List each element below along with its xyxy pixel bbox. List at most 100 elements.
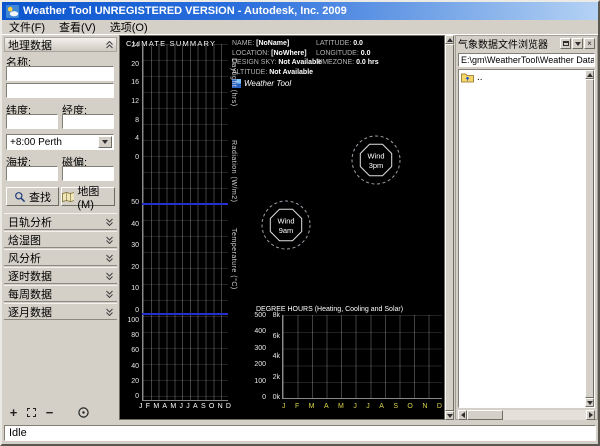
sidebar-section[interactable]: 每周数据 [4, 285, 117, 302]
longitude-input[interactable] [62, 114, 114, 129]
file-list-item[interactable]: .. [459, 70, 594, 84]
title-bar[interactable]: Weather Tool UNREGISTERED VERSION - Auto… [2, 2, 598, 20]
scroll-up-button[interactable] [445, 35, 454, 44]
month-label: J [353, 403, 357, 410]
close-icon[interactable]: × [584, 38, 595, 49]
tick-label: 10 [131, 285, 139, 292]
wind-rose-9am[interactable]: Wind 9am [258, 197, 314, 253]
timezone-value: +8:00 Perth [10, 137, 62, 148]
weather-tool-logo: Weather Tool [232, 79, 291, 88]
marquee-icon [27, 408, 36, 417]
month-label: M [309, 403, 315, 410]
file-name: .. [477, 72, 483, 83]
month-label: M [338, 403, 344, 410]
tick-label: 300 [254, 345, 266, 352]
main-vertical-scrollbar[interactable] [445, 35, 454, 420]
scrollbar-thumb[interactable] [467, 410, 503, 420]
tick-label: 8k [273, 312, 280, 319]
month-label: F [146, 403, 150, 410]
months-axis-degree: JFMAMJJASOND [282, 403, 442, 410]
tick-label: 24 [131, 42, 139, 49]
tick-label: 0 [135, 154, 139, 161]
dock-icon[interactable] [560, 38, 571, 49]
month-label: J [282, 403, 286, 410]
scroll-down-button[interactable] [585, 398, 594, 407]
declination-input[interactable] [62, 166, 114, 181]
sidebar-section-label: 逐时数据 [8, 268, 52, 284]
browser-path-field[interactable]: E:\gm\WeatherTool\Weather Data [458, 53, 595, 67]
menu-item[interactable]: 查看(V) [59, 19, 96, 35]
tick-label: 30 [131, 242, 139, 249]
coordinates-info-block: LATITUDE: 0.0 LONGITUDE: 0.0 TIMEZONE: 0… [316, 39, 379, 68]
chevron-down-icon[interactable] [98, 136, 112, 148]
sidebar-section[interactable]: 风分析 [4, 249, 117, 266]
tick-label: 50 [131, 199, 139, 206]
month-label: A [162, 403, 167, 410]
file-list: .. [458, 69, 595, 408]
name-input[interactable] [6, 66, 114, 81]
location-input[interactable] [6, 83, 114, 98]
climate-summary-canvas[interactable]: CLIMATE SUMMARY NAME: [NoName] LOCATION:… [119, 35, 445, 420]
tick-label: 4 [135, 135, 139, 142]
radiation-zero-line [142, 203, 228, 205]
tick-label: 6k [273, 333, 280, 340]
month-label: A [324, 403, 329, 410]
sidebar-section-label: 每周数据 [8, 286, 52, 302]
month-label: N [218, 403, 223, 410]
list-horizontal-scrollbar[interactable] [458, 410, 595, 420]
status-text: Idle [4, 425, 596, 441]
tick-label: 400 [254, 328, 266, 335]
timezone-select[interactable]: +8:00 Perth [6, 134, 114, 150]
zoom-in-button[interactable]: + [6, 405, 21, 420]
sidebar-section[interactable]: 焓湿图 [4, 231, 117, 248]
month-label: O [407, 403, 412, 410]
sidebar-section[interactable]: 逐时数据 [4, 267, 117, 284]
scroll-down-button[interactable] [445, 411, 454, 420]
wind-time-label: 9am [279, 226, 294, 235]
tick-label: 2k [273, 374, 280, 381]
recenter-button[interactable] [76, 405, 91, 420]
month-label: J [186, 403, 190, 410]
month-label: J [366, 403, 370, 410]
location-info-block: NAME: [NoName] LOCATION: [NoWhere] DESIG… [232, 39, 322, 77]
radiation-axis-label: Radiation (W/m2) [230, 140, 237, 202]
find-button[interactable]: 查找 [6, 187, 59, 206]
double-chevron-down-icon [106, 290, 113, 298]
month-label: M [153, 403, 159, 410]
status-bar: Idle [2, 423, 598, 444]
scrollbar-track [585, 79, 594, 398]
month-label: J [179, 403, 183, 410]
geo-data-header[interactable]: 地理数据 [4, 37, 117, 52]
altitude-input[interactable] [6, 166, 58, 181]
zoom-box-button[interactable] [24, 405, 39, 420]
menu-item[interactable]: 文件(F) [9, 19, 45, 35]
wind-rose-3pm[interactable]: Wind 3pm [348, 132, 404, 188]
browser-panel-title-bar[interactable]: 气象数据文件浏览器 × [456, 36, 597, 51]
chevron-down-icon[interactable] [572, 38, 583, 49]
months-axis-left: JFMAMJJASOND [139, 403, 231, 410]
tick-label: 500 [254, 312, 266, 319]
scrollbar-thumb[interactable] [585, 79, 594, 398]
month-label: M [170, 403, 176, 410]
window-title: Weather Tool UNREGISTERED VERSION - Auto… [23, 5, 347, 17]
latitude-input[interactable] [6, 114, 58, 129]
list-vertical-scrollbar[interactable] [585, 70, 594, 407]
zoom-out-button[interactable]: − [42, 405, 57, 420]
wind-time-label: 3pm [369, 161, 384, 170]
tick-label: 16 [131, 79, 139, 86]
degree-hours-plot-grid [282, 315, 442, 399]
minus-icon: − [46, 405, 54, 420]
sidebar-section[interactable]: 日轨分析 [4, 213, 117, 230]
scroll-right-button[interactable] [586, 410, 595, 420]
menu-bar: 文件(F) 查看(V) 选项(O) [2, 20, 598, 35]
temperature-axis-label: Temperature (°C) [230, 228, 237, 290]
menu-item[interactable]: 选项(O) [110, 19, 148, 35]
scroll-left-button[interactable] [458, 410, 467, 420]
sidebar-section-label: 逐月数据 [8, 304, 52, 320]
sidebar-section-label: 日轨分析 [8, 214, 52, 230]
sidebar-section[interactable]: 逐月数据 [4, 303, 117, 320]
month-label: J [139, 403, 143, 410]
map-button[interactable]: 地图(M) [61, 187, 115, 206]
scrollbar-thumb[interactable] [445, 44, 454, 411]
scroll-up-button[interactable] [585, 70, 594, 79]
